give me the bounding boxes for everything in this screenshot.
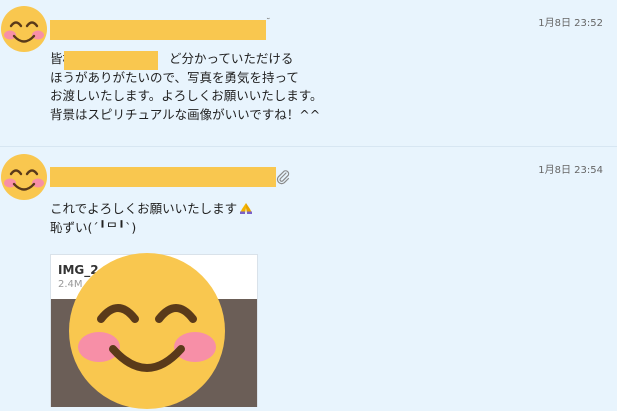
sender-name-redacted <box>50 167 276 187</box>
message-timestamp: 1月8日 23:54 <box>538 165 603 176</box>
message-line: 背景はスピリチュアルな画像がいいですね！^^ <box>50 106 321 122</box>
message-line: ほうがありがたいので、写真を勇気を持って <box>50 69 299 85</box>
name-mark: ˘ <box>266 18 271 28</box>
message-line: 恥ずい(´╹ᄆ╹`) <box>50 219 137 235</box>
sender-name-redacted <box>50 20 266 40</box>
avatar-smile-icon[interactable] <box>0 153 48 201</box>
message-body: これでよろしくお願いいたします 恥ずい(´╹ᄆ╹`) <box>50 200 253 237</box>
paperclip-icon <box>276 170 290 185</box>
chat-message: ˘ 1月8日 23:52 皆様 ど分かっていただける ほうがありがたいので、写真を… <box>0 0 617 147</box>
smiling-face-emoji-overlay-icon <box>69 253 225 409</box>
chat-message: 1月8日 23:54 これでよろしくお願いいたします 恥ずい(´╹ᄆ╹`) IM… <box>0 147 617 409</box>
message-line: お渡しいたします。よろしくお願いいたします。 <box>50 88 323 103</box>
avatar-smile-icon[interactable] <box>0 5 48 53</box>
folded-hands-icon <box>240 203 253 214</box>
message-timestamp: 1月8日 23:52 <box>538 18 603 29</box>
text-redaction <box>64 51 158 70</box>
message-line: これでよろしくお願いいたします <box>50 200 253 219</box>
